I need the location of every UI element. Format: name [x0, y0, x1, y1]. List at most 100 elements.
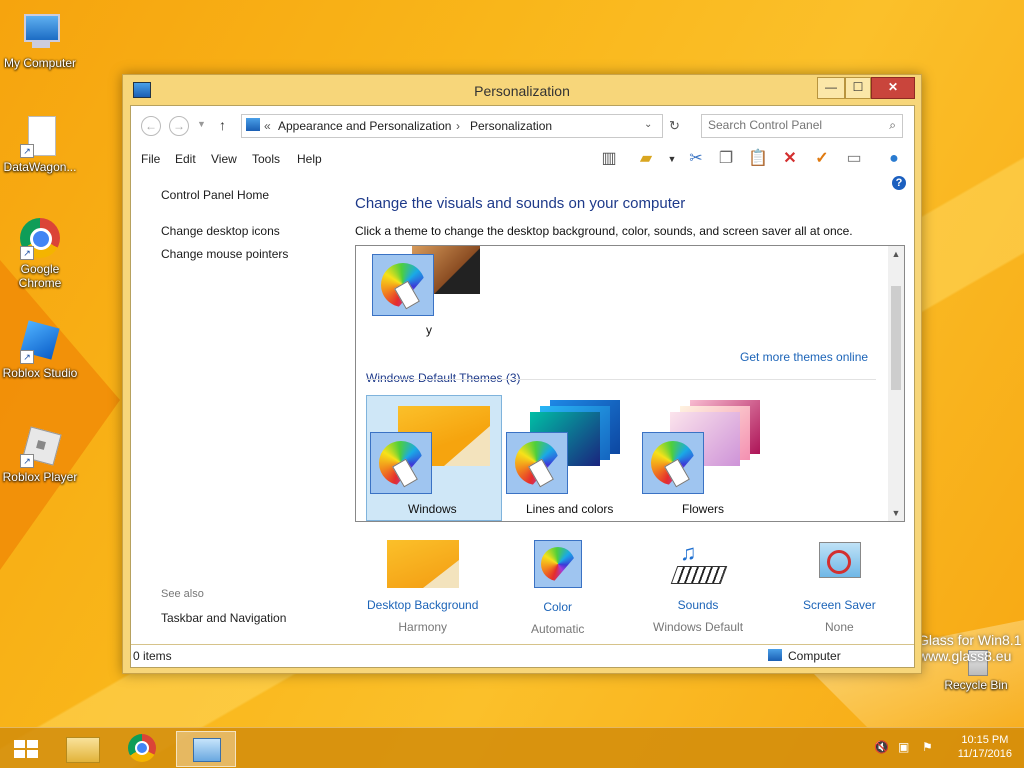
theme-list: y Get more themes online Windows Default… — [355, 245, 905, 522]
control-panel-icon — [246, 118, 260, 131]
volume-muted-icon[interactable]: 🔇 — [874, 740, 889, 754]
close-button[interactable]: ✕ — [871, 77, 915, 99]
chrome-icon[interactable] — [118, 731, 166, 765]
address-bar[interactable]: « Appearance and Personalization › Perso… — [241, 114, 663, 138]
up-button[interactable]: ↑ — [219, 117, 226, 133]
computer-icon — [768, 649, 782, 661]
window-content: ← → ▼ ↑ « Appearance and Personalization… — [130, 105, 915, 668]
globe-icon[interactable]: ● — [883, 148, 905, 170]
page-description: Click a theme to change the desktop back… — [355, 224, 853, 238]
get-more-themes-link[interactable]: Get more themes online — [740, 350, 868, 364]
folder-properties-icon[interactable]: ▰ — [635, 148, 657, 170]
breadcrumb-appearance[interactable]: Appearance and Personalization — [278, 119, 451, 133]
desktop-background-value: Harmony — [398, 620, 448, 634]
scroll-thumb[interactable] — [891, 286, 901, 390]
maximize-button[interactable]: ☐ — [845, 77, 871, 99]
status-location: Computer — [788, 649, 841, 663]
status-bar: 0 items Computer — [131, 644, 914, 667]
chevron-down-icon[interactable]: ⌄ — [644, 119, 652, 130]
clock[interactable]: 10:15 PM 11/17/2016 — [958, 733, 1012, 761]
shortcut-arrow-icon: ↗ — [20, 454, 34, 468]
help-icon[interactable]: ? — [892, 176, 906, 190]
watermark-line: www.glass8.eu — [918, 648, 1012, 664]
file-icon: ↗ — [18, 114, 62, 158]
shortcut-arrow-icon: ↗ — [20, 144, 34, 158]
control-panel-home-link[interactable]: Control Panel Home — [161, 188, 269, 202]
screen-saver-link[interactable]: Screen Saver — [803, 598, 876, 612]
menu-file[interactable]: File — [141, 152, 160, 166]
theme-label: Flowers — [682, 502, 725, 516]
recent-dropdown-icon[interactable]: ▼ — [197, 119, 206, 129]
page-title: Change the visuals and sounds on your co… — [355, 195, 686, 212]
taskbar-navigation-link[interactable]: Taskbar and Navigation — [161, 611, 286, 625]
wallpaper-shape — [0, 260, 120, 570]
divider — [366, 379, 876, 380]
chrome-icon: ↗ — [18, 216, 62, 260]
layout-icon[interactable]: ▥ — [598, 148, 620, 170]
minimize-button[interactable]: — — [817, 77, 845, 99]
search-box: ⌕ — [701, 114, 903, 138]
sounds-link[interactable]: Sounds — [653, 598, 743, 612]
desktop-background-link[interactable]: Desktop Background — [367, 598, 478, 612]
forward-button[interactable]: → — [169, 116, 189, 136]
network-icon[interactable]: ▣ — [898, 740, 909, 754]
title-bar[interactable]: Personalization — ☐ ✕ — [123, 75, 921, 105]
color-item[interactable]: Color Automatic — [531, 540, 584, 636]
desktop-icon-my-computer[interactable]: My Computer — [0, 10, 80, 70]
address-bar-row: ← → ▼ ↑ « Appearance and Personalization… — [131, 110, 914, 140]
desktop-icon-label: My Computer — [3, 56, 77, 70]
default-themes-heading: Windows Default Themes (3) — [366, 371, 521, 385]
desktop-icon-google-chrome[interactable]: ↗ Google Chrome — [0, 216, 80, 290]
personalization-window: Personalization — ☐ ✕ ← → ▼ ↑ « Appearan… — [122, 74, 922, 674]
cut-icon[interactable]: ✂ — [685, 148, 707, 170]
delete-icon[interactable]: ✕ — [779, 148, 801, 170]
theme-label: Lines and colors — [526, 502, 614, 516]
check-icon[interactable]: ✓ — [811, 148, 833, 170]
desktop-icon-label: Roblox Player — [2, 470, 78, 484]
change-mouse-pointers-link[interactable]: Change mouse pointers — [161, 247, 288, 261]
back-button[interactable]: ← — [141, 116, 161, 136]
desktop-icon-label: Roblox Studio — [2, 366, 78, 380]
screen-saver-icon — [815, 540, 863, 588]
breadcrumb-personalization[interactable]: Personalization — [470, 119, 552, 133]
menu-help[interactable]: Help — [297, 152, 322, 166]
shortcut-arrow-icon: ↗ — [20, 350, 34, 364]
change-desktop-icons-link[interactable]: Change desktop icons — [161, 224, 280, 238]
sounds-icon: ♫ — [670, 540, 728, 588]
theme-label: Windows — [408, 502, 457, 516]
paste-icon[interactable]: 📋 — [747, 148, 769, 170]
refresh-icon[interactable]: ↻ — [669, 118, 680, 134]
desktop-icon-datawagon[interactable]: ↗ DataWagon... — [0, 114, 80, 174]
address-overflow[interactable]: « — [264, 119, 271, 133]
desktop-icon-label: Google Chrome — [18, 262, 62, 290]
start-button[interactable] — [2, 731, 50, 765]
menu-tools[interactable]: Tools — [252, 152, 280, 166]
screen-saver-item[interactable]: Screen Saver None — [803, 540, 876, 634]
theme-y[interactable] — [372, 254, 434, 316]
clock-date: 11/17/2016 — [957, 748, 1012, 760]
rename-icon[interactable]: ▭ — [843, 148, 865, 170]
scroll-up-icon[interactable]: ▲ — [888, 249, 904, 259]
theme-list-scrollbar[interactable]: ▲ ▼ — [888, 246, 904, 521]
color-link[interactable]: Color — [531, 600, 584, 614]
file-explorer-icon[interactable] — [58, 731, 106, 765]
scroll-down-icon[interactable]: ▼ — [888, 508, 904, 518]
chevron-down-icon[interactable]: ▼ — [661, 148, 683, 170]
desktop-background-item[interactable]: Desktop Background Harmony — [367, 540, 478, 634]
clock-time: 10:15 PM — [961, 734, 1009, 746]
menu-view[interactable]: View — [211, 152, 237, 166]
monitor-icon — [18, 10, 62, 54]
action-center-icon[interactable]: ⚑ — [922, 740, 933, 754]
search-input[interactable] — [702, 115, 884, 135]
taskbar: 🔇 ▣ ⚑ 10:15 PM 11/17/2016 — [0, 727, 1024, 768]
sounds-item[interactable]: ♫ Sounds Windows Default — [653, 540, 743, 634]
palette-icon — [642, 432, 704, 494]
desktop-icon-roblox-studio[interactable]: ↗ Roblox Studio — [0, 320, 80, 380]
menu-edit[interactable]: Edit — [175, 152, 196, 166]
control-panel-taskbar-button[interactable] — [176, 731, 236, 767]
palette-icon — [370, 432, 432, 494]
search-icon[interactable]: ⌕ — [889, 118, 896, 133]
copy-icon[interactable]: ❐ — [715, 148, 737, 170]
desktop-icon-roblox-player[interactable]: ↗ Roblox Player — [0, 424, 80, 484]
desktop-icon-label: DataWagon... — [3, 160, 77, 174]
